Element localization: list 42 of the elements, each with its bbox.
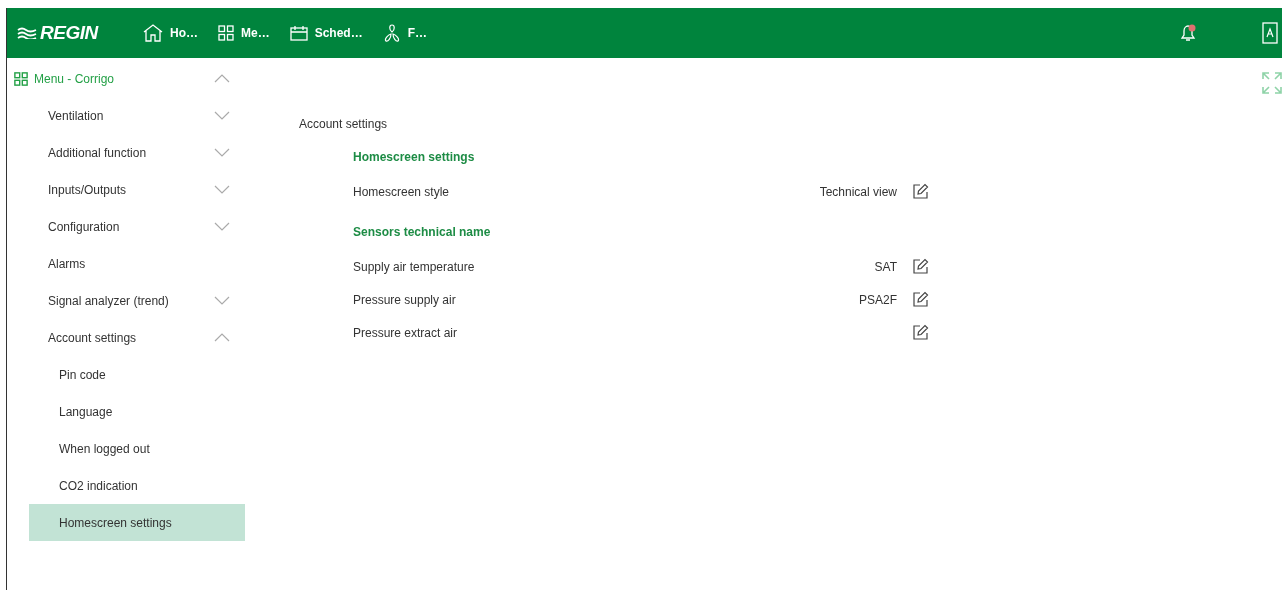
menu-item[interactable]: Configuration (7, 208, 245, 245)
account-icon[interactable] (1262, 22, 1278, 44)
submenu-item[interactable]: Language (29, 393, 245, 430)
menu-item[interactable]: Inputs/Outputs (7, 171, 245, 208)
setting-value: SAT (874, 259, 897, 274)
setting-label: Supply air temperature (353, 259, 476, 274)
submenu-item[interactable]: Homescreen settings (29, 504, 245, 541)
menu-item[interactable]: Signal analyzer (trend) (7, 282, 245, 319)
grid-icon (218, 25, 234, 41)
section-heading: Sensors technical name (352, 224, 492, 241)
page-title: Account settings (299, 117, 389, 133)
section-heading: Homescreen settings (352, 149, 476, 166)
menu-item[interactable]: Alarms (7, 245, 245, 282)
waves-icon (17, 27, 37, 39)
edit-icon[interactable] (912, 291, 929, 308)
edit-icon[interactable] (912, 183, 929, 200)
setting-value: PSA2F (859, 292, 897, 307)
menu-item[interactable]: Account settings (7, 319, 245, 356)
setting-label: Pressure supply air (353, 292, 457, 307)
fan-icon (382, 24, 401, 42)
submenu-item[interactable]: CO2 indication (29, 467, 245, 504)
menu-header[interactable]: Menu - Corrigo (7, 60, 245, 97)
nav-item[interactable]: Me… (218, 24, 270, 42)
edit-icon[interactable] (912, 258, 929, 275)
menu-item[interactable]: Ventilation (7, 97, 245, 134)
menu-title: Menu - Corrigo (34, 71, 116, 86)
submenu-item[interactable]: Pin code (29, 356, 245, 393)
logo-text: REGIN (40, 22, 98, 44)
setting-label: Homescreen style (353, 184, 451, 199)
submenu-item[interactable]: When logged out (29, 430, 245, 467)
menu-item[interactable]: Additional function (7, 134, 245, 171)
nav-item[interactable]: Sched… (289, 24, 363, 42)
nav-item[interactable]: F… (382, 24, 428, 42)
edit-icon[interactable] (912, 324, 929, 341)
setting-value: Technical view (819, 184, 897, 199)
calendar-icon (289, 25, 308, 41)
house-icon (143, 24, 163, 42)
logo[interactable]: REGIN (17, 22, 143, 44)
bell-icon[interactable] (1178, 23, 1198, 43)
grid-icon (14, 71, 28, 86)
nav-item[interactable]: Ho… (143, 24, 198, 42)
setting-label: Pressure extract air (353, 325, 459, 340)
